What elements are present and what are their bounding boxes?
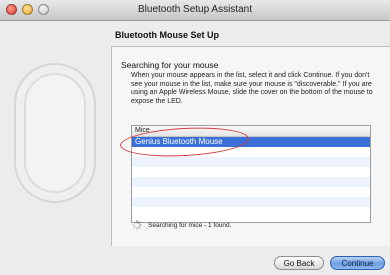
empty-list-row — [132, 157, 370, 167]
empty-list-row — [132, 197, 370, 207]
device-list-item[interactable]: Genius Bluetooth Mouse — [132, 137, 370, 147]
setup-assistant-window: Bluetooth Setup Assistant Bluetooth Mous… — [0, 0, 390, 275]
page-title: Bluetooth Mouse Set Up — [115, 30, 219, 40]
empty-list-row — [132, 207, 370, 217]
empty-list-row — [132, 177, 370, 187]
continue-button[interactable]: Continue — [330, 256, 385, 270]
go-back-button[interactable]: Go Back — [274, 256, 324, 270]
device-list-header[interactable]: Mice — [132, 126, 370, 137]
mouse-outline-inner — [24, 73, 86, 193]
window-title: Bluetooth Setup Assistant — [138, 4, 252, 15]
empty-list-row — [132, 187, 370, 197]
title-bar: Bluetooth Setup Assistant — [0, 0, 390, 21]
empty-list-row — [132, 147, 370, 157]
progress-spinner-icon — [132, 220, 142, 230]
search-status-text: Searching for mice - 1 found. — [148, 222, 232, 229]
instructions-text: When your mouse appears in the list, sel… — [131, 72, 373, 105]
device-list[interactable]: Mice Genius Bluetooth Mouse — [131, 125, 371, 223]
empty-list-row — [132, 167, 370, 177]
section-title: Searching for your mouse — [121, 60, 219, 70]
